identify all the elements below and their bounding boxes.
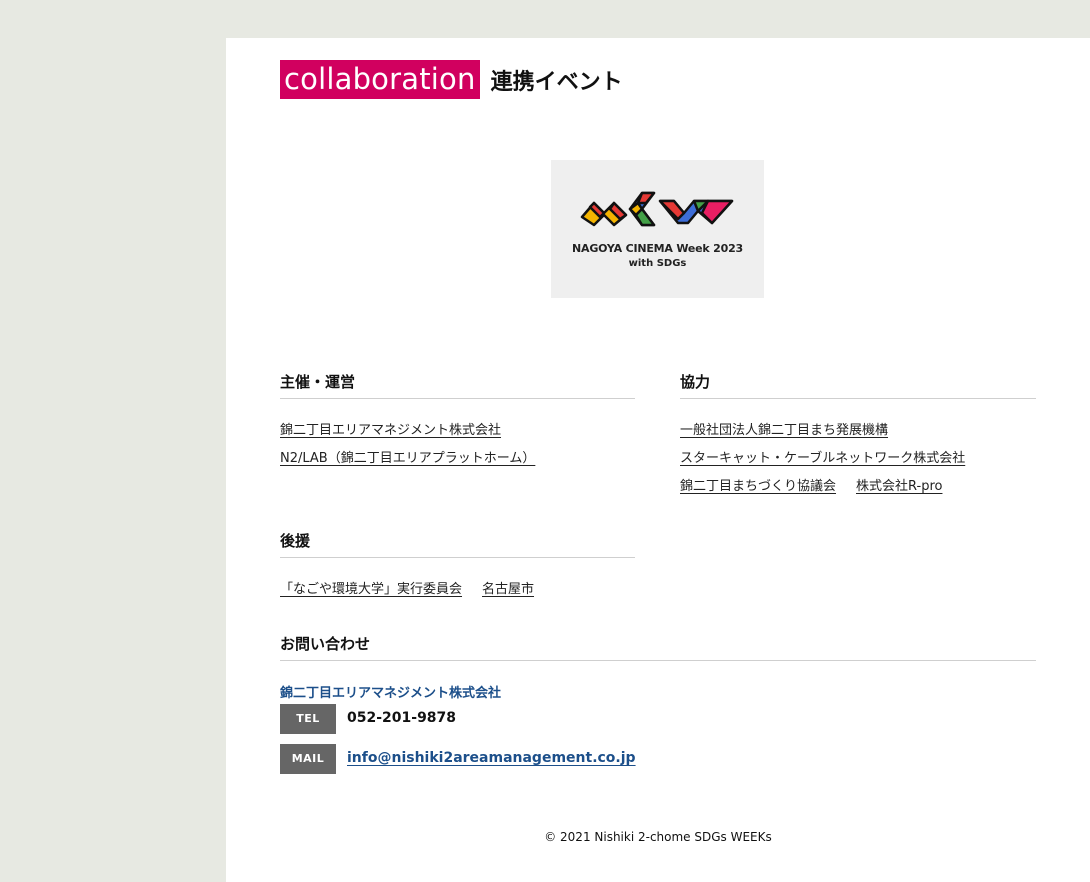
cooperation-link-development-organization[interactable]: 一般社団法人錦二丁目まち発展機構 (680, 419, 888, 438)
contact-organization: 錦二丁目エリアマネジメント株式会社 (280, 686, 502, 701)
organizer-link-nishiki-area-management[interactable]: 錦二丁目エリアマネジメント株式会社 (280, 419, 501, 438)
logo-subtitle: with SDGs (628, 258, 687, 269)
cooperation-title: 協力 (680, 371, 1036, 399)
cooperation-link-rpro[interactable]: 株式会社R-pro (856, 475, 942, 494)
tel-badge: TEL (280, 704, 336, 734)
support-title: 後援 (280, 530, 635, 558)
logo-mark-left (580, 201, 628, 227)
nagoya-cinema-week-logo-mark (580, 191, 734, 227)
contact-title: お問い合わせ (280, 633, 1036, 661)
cooperation-link-council[interactable]: 錦二丁目まちづくり協議会 (680, 475, 836, 494)
logo-title: NAGOYA CINEMA Week 2023 (572, 242, 743, 255)
event-logo[interactable]: NAGOYA CINEMA Week 2023 with SDGs (551, 160, 764, 298)
mail-badge: MAIL (280, 744, 336, 774)
heading-jp: 連携イベント (490, 69, 623, 95)
footer-copyright: © 2021 Nishiki 2-chome SDGs WEEKs (544, 830, 772, 844)
support-link-nagoya-env-univ[interactable]: 「なごや環境大学」実行委員会 (280, 578, 462, 597)
mail-link[interactable]: info@nishiki2areamanagement.co.jp (347, 750, 636, 766)
cooperation-link-starcat[interactable]: スターキャット・ケーブルネットワーク株式会社 (680, 447, 965, 466)
support-link-nagoya-city[interactable]: 名古屋市 (482, 578, 534, 597)
organizers-title: 主催・運営 (280, 371, 635, 399)
content-panel: collaboration 連携イベント NAGOYA CINEMA Week … (226, 38, 1090, 882)
tel-number: 052-201-9878 (347, 710, 457, 726)
organizer-link-n2lab[interactable]: N2/LAB（錦二丁目エリアプラットホーム） (280, 447, 535, 466)
page-heading: collaboration 連携イベント (280, 60, 623, 99)
logo-mark-right (658, 199, 734, 225)
heading-en: collaboration (280, 60, 480, 99)
logo-mark-middle (628, 191, 656, 227)
